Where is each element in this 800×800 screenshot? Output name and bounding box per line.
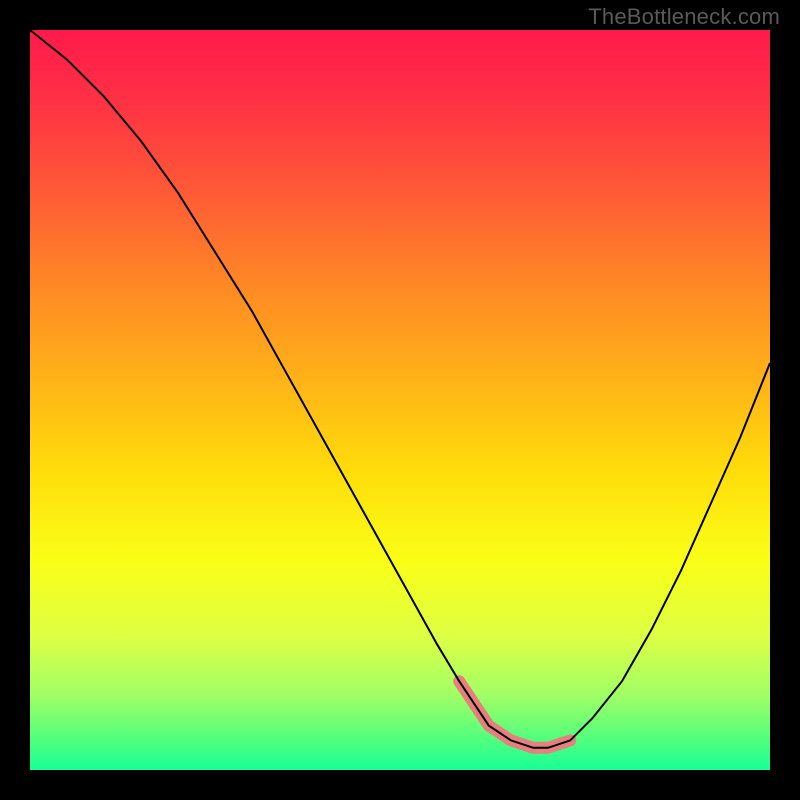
chart-svg bbox=[30, 30, 770, 770]
chart-frame: TheBottleneck.com bbox=[0, 0, 800, 800]
watermark-text: TheBottleneck.com bbox=[588, 4, 780, 30]
plot-area bbox=[30, 30, 770, 770]
